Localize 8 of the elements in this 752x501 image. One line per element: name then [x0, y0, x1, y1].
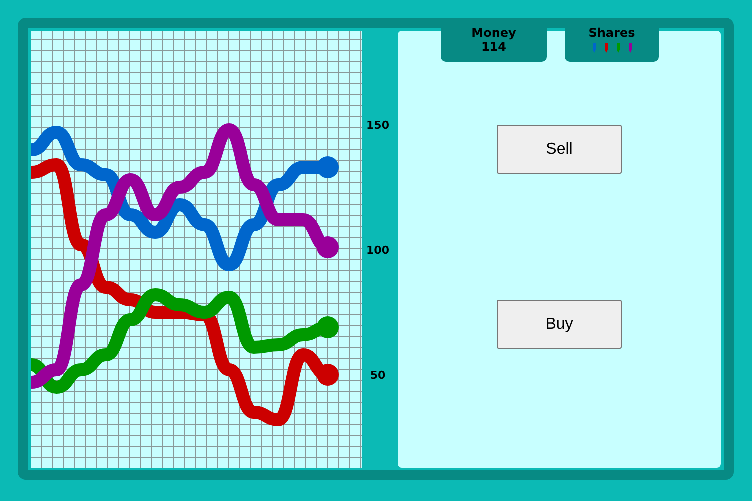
money-label: Money	[472, 26, 516, 40]
shares-label: Shares	[588, 26, 636, 40]
money-value: 114	[481, 40, 507, 54]
trade-button[interactable]: Buy	[497, 300, 622, 349]
axis-tick-label: 50	[370, 369, 386, 382]
trade-button[interactable]: Sell	[497, 125, 622, 174]
axis-tick-label: 100	[366, 244, 390, 257]
axis-tick-label: 150	[366, 119, 390, 132]
